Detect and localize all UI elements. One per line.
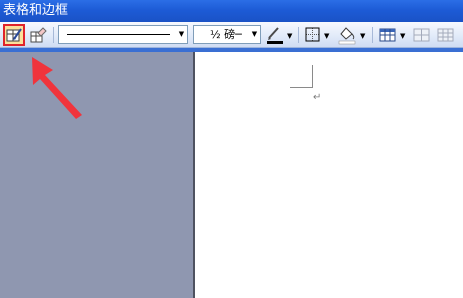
- line-weight-dropdown[interactable]: ½ 磅─ ▼: [193, 25, 261, 44]
- line-style-dropdown[interactable]: ▼: [58, 25, 188, 44]
- annotation-arrow-icon: [32, 57, 82, 119]
- chevron-down-icon[interactable]: ▼: [324, 32, 329, 40]
- borders-icon: [305, 27, 320, 42]
- split-cells-button[interactable]: [436, 25, 456, 45]
- draw-table-button[interactable]: [3, 24, 25, 46]
- tables-and-borders-toolbar: ▼ ½ 磅─ ▼ ▼ ▼ ▼ ▼: [0, 22, 463, 48]
- eraser-icon: [30, 27, 47, 43]
- merge-cells-button[interactable]: [412, 25, 432, 45]
- document-page[interactable]: ↵: [195, 52, 463, 298]
- chevron-down-icon[interactable]: ▼: [287, 32, 292, 40]
- draw-table-icon: [6, 28, 22, 42]
- insert-table-icon: [379, 28, 396, 42]
- borders-button[interactable]: [304, 25, 322, 45]
- chevron-down-icon[interactable]: ▼: [249, 26, 260, 43]
- margin-corner-mark: [290, 65, 313, 88]
- toolbar-title-bar[interactable]: 表格和边框: [0, 0, 463, 22]
- toolbar-separator: [298, 27, 299, 43]
- toolbar-separator: [372, 27, 373, 43]
- split-cells-icon: [437, 28, 454, 42]
- insert-table-button[interactable]: [378, 25, 398, 45]
- chevron-down-icon[interactable]: ▼: [176, 26, 187, 43]
- line-style-sample: [67, 34, 170, 35]
- shading-color-button[interactable]: [336, 25, 358, 45]
- shading-color-icon: [338, 27, 356, 45]
- line-weight-value: ½ 磅─: [210, 28, 242, 41]
- paragraph-mark: ↵: [313, 92, 322, 103]
- chevron-down-icon[interactable]: ▼: [400, 32, 405, 40]
- border-color-icon: [267, 27, 283, 44]
- eraser-button[interactable]: [28, 25, 48, 45]
- toolbar-separator: [53, 27, 54, 43]
- merge-cells-icon: [413, 28, 430, 42]
- chevron-down-icon[interactable]: ▼: [360, 32, 365, 40]
- toolbar-title: 表格和边框: [3, 3, 69, 18]
- border-color-button[interactable]: [265, 25, 285, 45]
